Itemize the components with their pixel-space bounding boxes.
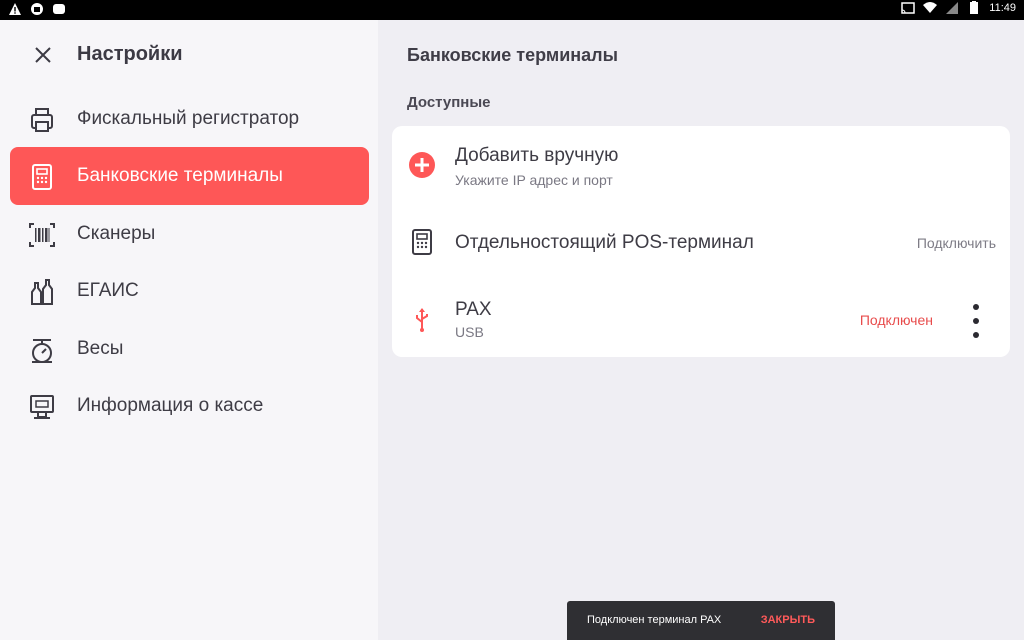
- message-icon: [53, 4, 65, 14]
- sidebar-item-label: Информация о кассе: [77, 395, 264, 416]
- connect-button[interactable]: Подключить: [917, 235, 996, 251]
- signal-icon: [946, 2, 959, 14]
- more-options-button[interactable]: [964, 304, 988, 338]
- cast-icon: [901, 2, 916, 14]
- snackbar-close-button[interactable]: ЗАКРЫТЬ: [761, 614, 815, 626]
- page-title: Банковские терминалы: [407, 45, 618, 65]
- row-title: PAX: [455, 299, 492, 320]
- row-subtitle: USB: [455, 324, 484, 340]
- sidebar-item-bank-terminals[interactable]: Банковские терминалы: [10, 147, 369, 205]
- status-badge: Подключен: [859, 312, 933, 328]
- wifi-icon: [923, 2, 938, 13]
- more-vert-icon: [973, 304, 979, 310]
- sidebar-item-scanners[interactable]: Сканеры: [10, 205, 369, 263]
- monitor-icon: [30, 395, 54, 419]
- more-vert-dot: [973, 318, 979, 324]
- usb-icon: [416, 308, 428, 332]
- bottles-icon: [31, 279, 53, 305]
- pos-terminal-icon: [32, 164, 52, 190]
- app-notification-icon: [31, 3, 43, 15]
- sidebar-header: Настройки: [0, 20, 378, 88]
- terminals-list: Добавить вручную Укажите IP адрес и порт…: [392, 126, 1010, 357]
- pax-terminal-row[interactable]: PAX USB Подключен: [392, 286, 1010, 356]
- standalone-pos-row[interactable]: Отдельностоящий POS-терминал Подключить: [392, 212, 1010, 272]
- sidebar-item-label: Банковские терминалы: [77, 165, 283, 186]
- snackbar: Подключен терминал PAX ЗАКРЫТЬ: [567, 601, 835, 640]
- warning-icon: [9, 3, 21, 15]
- more-vert-dot: [973, 332, 979, 338]
- row-title: Отдельностоящий POS-терминал: [455, 232, 754, 253]
- sidebar-title: Настройки: [77, 43, 183, 65]
- barcode-icon: [29, 223, 55, 247]
- add-circle-icon: [409, 152, 435, 178]
- clock: 11:49: [989, 2, 1016, 14]
- sidebar-item-egais[interactable]: ЕГАИС: [10, 262, 369, 320]
- printer-icon: [31, 108, 53, 132]
- add-manually-row[interactable]: Добавить вручную Укажите IP адрес и порт: [392, 126, 1010, 202]
- pos-terminal-icon: [412, 229, 432, 255]
- sidebar-item-fiscal-registrar[interactable]: Фискальный регистратор: [10, 90, 369, 148]
- sidebar-item-scales[interactable]: Весы: [10, 320, 369, 378]
- sidebar-item-label: Весы: [77, 338, 124, 359]
- row-subtitle: Укажите IP адрес и порт: [455, 172, 613, 188]
- settings-sidebar: Настройки Фискальный регистратор Банковс…: [0, 20, 378, 640]
- row-title: Добавить вручную: [455, 145, 619, 166]
- status-bar: 11:49: [0, 0, 1024, 20]
- close-button[interactable]: [28, 40, 58, 70]
- sidebar-item-label: Сканеры: [77, 223, 156, 244]
- close-icon: [35, 47, 51, 63]
- sidebar-item-cash-info[interactable]: Информация о кассе: [10, 377, 369, 435]
- section-title: Доступные: [407, 94, 491, 111]
- scales-icon: [32, 339, 52, 363]
- sidebar-item-label: Фискальный регистратор: [77, 108, 300, 129]
- battery-icon: [970, 1, 979, 14]
- snackbar-message: Подключен терминал PAX: [587, 614, 722, 626]
- sidebar-item-label: ЕГАИС: [77, 280, 139, 301]
